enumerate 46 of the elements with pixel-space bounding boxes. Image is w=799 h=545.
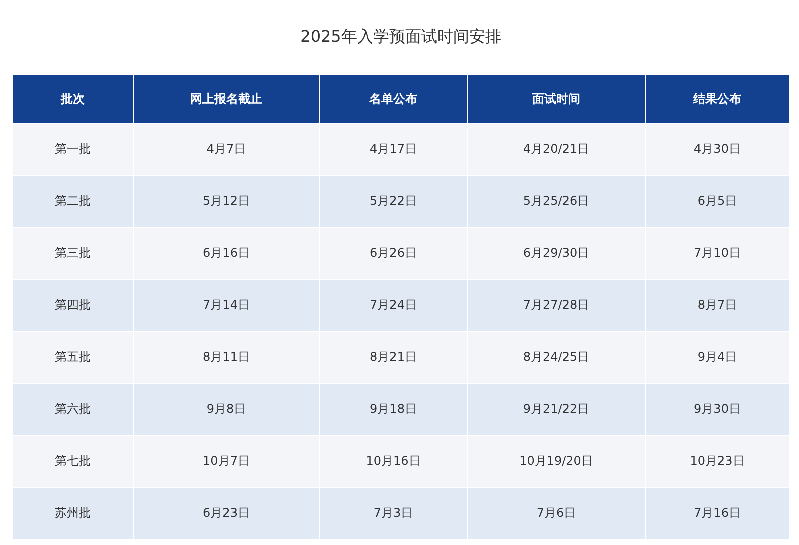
table-cell: 7月10日 xyxy=(646,228,789,279)
table-cell: 第四批 xyxy=(13,280,133,331)
table-cell: 第二批 xyxy=(13,176,133,227)
table-cell: 6月16日 xyxy=(134,228,319,279)
table-cell: 6月29/30日 xyxy=(468,228,645,279)
table-cell: 7月27/28日 xyxy=(468,280,645,331)
table-cell: 9月4日 xyxy=(646,332,789,383)
column-header: 名单公布 xyxy=(320,75,467,123)
table-cell: 8月11日 xyxy=(134,332,319,383)
table-cell: 第七批 xyxy=(13,436,133,487)
table-cell: 4月7日 xyxy=(134,124,319,175)
table-cell: 4月17日 xyxy=(320,124,467,175)
table-cell: 第三批 xyxy=(13,228,133,279)
table-cell: 9月18日 xyxy=(320,384,467,435)
column-header: 面试时间 xyxy=(468,75,645,123)
table-cell: 9月21/22日 xyxy=(468,384,645,435)
column-header: 网上报名截止 xyxy=(134,75,319,123)
table-cell: 7月14日 xyxy=(134,280,319,331)
table-cell: 4月20/21日 xyxy=(468,124,645,175)
table-cell: 7月6日 xyxy=(468,488,645,539)
column-header: 结果公布 xyxy=(646,75,789,123)
table-cell: 10月19/20日 xyxy=(468,436,645,487)
table-cell: 9月8日 xyxy=(134,384,319,435)
table-cell: 9月30日 xyxy=(646,384,789,435)
table-cell: 8月24/25日 xyxy=(468,332,645,383)
table-title: 2025年入学预面试时间安排 xyxy=(300,26,502,48)
table-cell: 4月30日 xyxy=(646,124,789,175)
table-cell: 7月16日 xyxy=(646,488,789,539)
table-cell: 7月24日 xyxy=(320,280,467,331)
table-cell: 5月25/26日 xyxy=(468,176,645,227)
table-cell: 5月22日 xyxy=(320,176,467,227)
table-cell: 第一批 xyxy=(13,124,133,175)
table-cell: 10月23日 xyxy=(646,436,789,487)
table-cell: 6月26日 xyxy=(320,228,467,279)
table-cell: 第六批 xyxy=(13,384,133,435)
table-cell: 10月16日 xyxy=(320,436,467,487)
table-cell: 6月23日 xyxy=(134,488,319,539)
table-cell: 5月12日 xyxy=(134,176,319,227)
column-header: 批次 xyxy=(13,75,133,123)
table-cell: 8月21日 xyxy=(320,332,467,383)
table-cell: 10月7日 xyxy=(134,436,319,487)
table-cell: 8月7日 xyxy=(646,280,789,331)
table-cell: 苏州批 xyxy=(13,488,133,539)
table-cell: 6月5日 xyxy=(646,176,789,227)
table-cell: 第五批 xyxy=(13,332,133,383)
table-cell: 7月3日 xyxy=(320,488,467,539)
